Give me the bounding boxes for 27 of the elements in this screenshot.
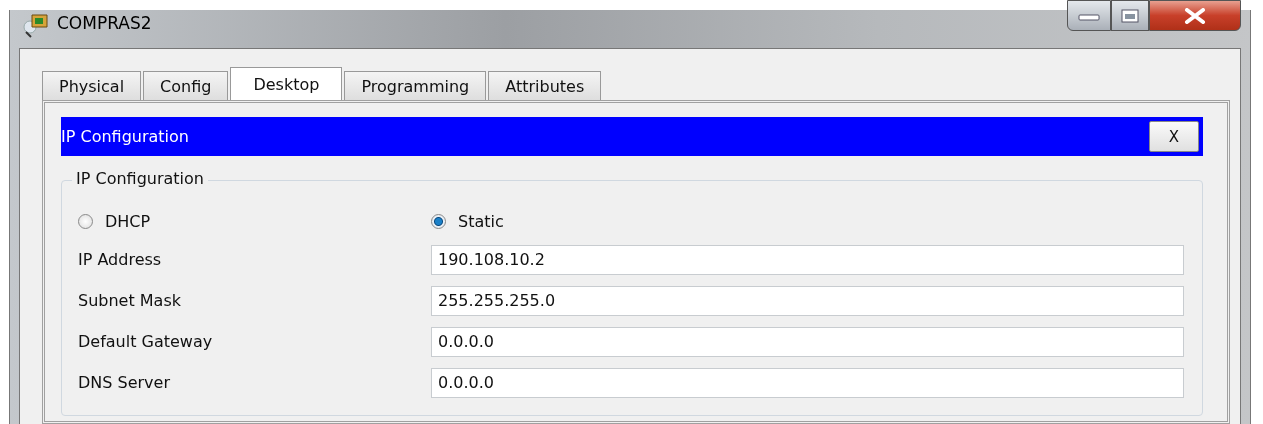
tab[interactable]: Desktop: [230, 67, 343, 100]
input-field[interactable]: 190.108.10.2: [431, 244, 1184, 275]
input-field[interactable]: 255.255.255.0: [431, 285, 1184, 316]
maximize-button[interactable]: [1111, 0, 1149, 31]
minimize-button[interactable]: [1067, 0, 1111, 31]
dialog-title: IP Configuration: [61, 127, 189, 146]
radio-label[interactable]: DHCP: [105, 211, 151, 231]
radio-button[interactable]: [431, 213, 446, 229]
input-field[interactable]: 0.0.0.0: [431, 326, 1184, 357]
tab[interactable]: Physical: [42, 71, 142, 100]
field-label: Default Gateway: [78, 332, 214, 351]
close-icon: [1184, 7, 1206, 24]
radio-label[interactable]: Static: [458, 211, 504, 231]
radio-button[interactable]: [78, 213, 93, 229]
tab[interactable]: Config: [143, 71, 229, 100]
field-label: Subnet Mask: [78, 291, 182, 310]
maximize-icon: [1121, 8, 1139, 23]
monitor-icon: [23, 12, 51, 38]
close-button[interactable]: [1149, 0, 1241, 31]
field-label: IP Address: [78, 250, 163, 269]
input-field[interactable]: 0.0.0.0: [431, 367, 1184, 398]
tab[interactable]: Programming: [344, 71, 487, 100]
tab[interactable]: Attributes: [488, 71, 602, 100]
window-title: COMPRAS2: [57, 13, 152, 33]
group-title: IP Configuration: [72, 169, 208, 188]
field-label: DNS Server: [78, 373, 171, 392]
close-button[interactable]: X: [1149, 121, 1199, 152]
